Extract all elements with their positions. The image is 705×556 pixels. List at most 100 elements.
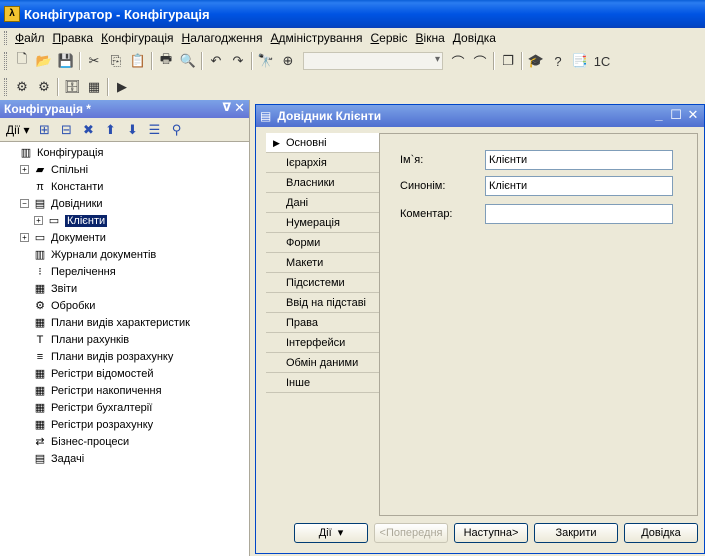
tab-12[interactable]: Інше	[266, 373, 379, 393]
actions-button[interactable]: Дії ▾	[294, 523, 368, 543]
menu-windows[interactable]: Вікна	[412, 29, 449, 47]
tab-2[interactable]: Власники	[266, 173, 379, 193]
chart-char-icon: ▦	[34, 316, 46, 329]
next-button[interactable]: Наступна>	[454, 523, 528, 543]
syntax-helper-icon[interactable]: 📑	[569, 50, 591, 72]
tree-item[interactable]: + ▰ Спільні	[0, 161, 249, 178]
tree-item[interactable]: − ▤ Довідники	[0, 195, 249, 212]
tab-3[interactable]: Дані	[266, 193, 379, 213]
add-icon[interactable]: ⊞	[34, 120, 56, 140]
save-icon[interactable]: 💾	[55, 50, 77, 72]
close-button[interactable]: Закрити	[534, 523, 618, 543]
filter-icon[interactable]: ⚲	[166, 120, 188, 140]
context-help-icon[interactable]: ?	[547, 50, 569, 72]
menu-file[interactable]: Файл	[11, 29, 49, 47]
menu-service[interactable]: Сервіс	[366, 29, 411, 47]
undo-icon[interactable]: ↶	[205, 50, 227, 72]
tree-item[interactable]: ▤ Задачі	[0, 450, 249, 467]
config-open-icon[interactable]: ⚙	[11, 76, 33, 98]
tree-item[interactable]: ▥ Журнали документів	[0, 246, 249, 263]
menu-help[interactable]: Довідка	[449, 29, 500, 47]
new-file-icon[interactable]: 🗋	[11, 50, 33, 72]
find-forward-icon[interactable]: ⌒	[469, 50, 491, 72]
panel-actions-button[interactable]: Дії ▾	[2, 123, 34, 137]
copy-icon[interactable]: ⎘	[105, 50, 127, 72]
tree-item[interactable]: ≡ Плани видів розрахунку	[0, 348, 249, 365]
menu-administration[interactable]: Адміністрування	[267, 29, 367, 47]
maximize-icon[interactable]: ☐	[669, 107, 683, 123]
tab-9[interactable]: Права	[266, 313, 379, 333]
tree-item[interactable]: ▦ Регістри відомостей	[0, 365, 249, 382]
debug-window-icon[interactable]: ▦	[83, 76, 105, 98]
tab-6[interactable]: Макети	[266, 253, 379, 273]
cut-icon[interactable]: ✂	[83, 50, 105, 72]
menu-debug[interactable]: Налагодження	[178, 29, 267, 47]
tree-item[interactable]: ▦ Звіти	[0, 280, 249, 297]
tree-item[interactable]: ▦ Регістри розрахунку	[0, 416, 249, 433]
db-update-icon[interactable]: 🗄	[61, 76, 83, 98]
tab-8[interactable]: Ввід на підставі	[266, 293, 379, 313]
print-icon[interactable]: 🖶	[155, 50, 177, 72]
tree-item[interactable]: ▦ Регістри бухгалтерії	[0, 399, 249, 416]
tree-item[interactable]: π Константи	[0, 178, 249, 195]
delete-icon[interactable]: ✖	[78, 120, 100, 140]
tab-10[interactable]: Інтерфейси	[266, 333, 379, 353]
tab-label: Права	[286, 317, 318, 329]
tab-1[interactable]: Ієрархія	[266, 153, 379, 173]
menu-configuration[interactable]: Конфігурація	[97, 29, 177, 47]
find-icon[interactable]: 🔭	[255, 50, 277, 72]
print-preview-icon[interactable]: 🔍	[177, 50, 199, 72]
tree-item[interactable]: ⇄ Бізнес-процеси	[0, 433, 249, 450]
paste-icon[interactable]: 📋	[127, 50, 149, 72]
tree-item[interactable]: + ▭ Документи	[0, 229, 249, 246]
pin-icon[interactable]: ᐁ	[222, 101, 231, 114]
sort-icon[interactable]: ☰	[144, 120, 166, 140]
run-debug-icon[interactable]: ▶	[111, 76, 133, 98]
search-combo[interactable]	[303, 52, 443, 70]
assistant-icon[interactable]: 🎓	[525, 50, 547, 72]
open-folder-icon[interactable]: 📂	[33, 50, 55, 72]
find-next-icon[interactable]: ⊕	[277, 50, 299, 72]
close-window-icon[interactable]: ✕	[686, 107, 700, 123]
expand-icon[interactable]: +	[34, 216, 43, 225]
tab-4[interactable]: Нумерація	[266, 213, 379, 233]
tab-7[interactable]: Підсистеми	[266, 273, 379, 293]
synonym-field[interactable]: Клієнти	[485, 176, 673, 196]
toolbar-grip[interactable]	[4, 78, 7, 96]
comment-field[interactable]	[485, 204, 673, 224]
menu-edit[interactable]: Правка	[49, 29, 98, 47]
minimize-icon[interactable]: _	[652, 107, 666, 122]
menu-bar: Файл Правка Конфігурація Налагодження Ад…	[0, 28, 705, 48]
tree-item[interactable]: + ▭ Клієнти	[0, 212, 249, 229]
add-child-icon[interactable]: ⊟	[56, 120, 78, 140]
catalog-window-titlebar: ▤ Довідник Клієнти _ ☐ ✕	[256, 105, 704, 127]
tree-item[interactable]: ⚙ Обробки	[0, 297, 249, 314]
tree-item[interactable]: ▦ Плани видів характеристик	[0, 314, 249, 331]
tree-item[interactable]: ▦ Регістри накопичення	[0, 382, 249, 399]
menubar-grip[interactable]	[4, 31, 7, 45]
help-button[interactable]: Довідка	[624, 523, 698, 543]
expand-icon[interactable]: +	[20, 165, 29, 174]
find-prev-icon[interactable]: ⌒	[447, 50, 469, 72]
tree-item[interactable]: T Плани рахунків	[0, 331, 249, 348]
toolbar-grip[interactable]	[4, 52, 7, 70]
close-icon[interactable]: ✕	[234, 100, 245, 116]
prev-button[interactable]: <Попередня	[374, 523, 448, 543]
expand-icon[interactable]: +	[20, 233, 29, 242]
second-toolbar: ⚙ ⚙ 🗄 ▦ ▶	[0, 74, 160, 100]
tab-11[interactable]: Обмін даними	[266, 353, 379, 373]
tree-item[interactable]: ▥ Конфігурація	[0, 144, 249, 161]
move-up-icon[interactable]: ⬆	[100, 120, 122, 140]
tab-5[interactable]: Форми	[266, 233, 379, 253]
constants-icon: π	[36, 180, 44, 193]
1c-help-icon[interactable]: 1C	[591, 50, 613, 72]
move-down-icon[interactable]: ⬇	[122, 120, 144, 140]
tab-0[interactable]: ▶ Основні	[266, 133, 379, 153]
name-field[interactable]: Клієнти	[485, 150, 673, 170]
config-save-icon[interactable]: ⚙	[33, 76, 55, 98]
redo-icon[interactable]: ↷	[227, 50, 249, 72]
collapse-icon[interactable]: −	[20, 199, 29, 208]
tree-item[interactable]: ⁝ Перелічення	[0, 263, 249, 280]
windows-icon[interactable]: ❐	[497, 50, 519, 72]
synonym-label: Синонім:	[400, 180, 446, 192]
